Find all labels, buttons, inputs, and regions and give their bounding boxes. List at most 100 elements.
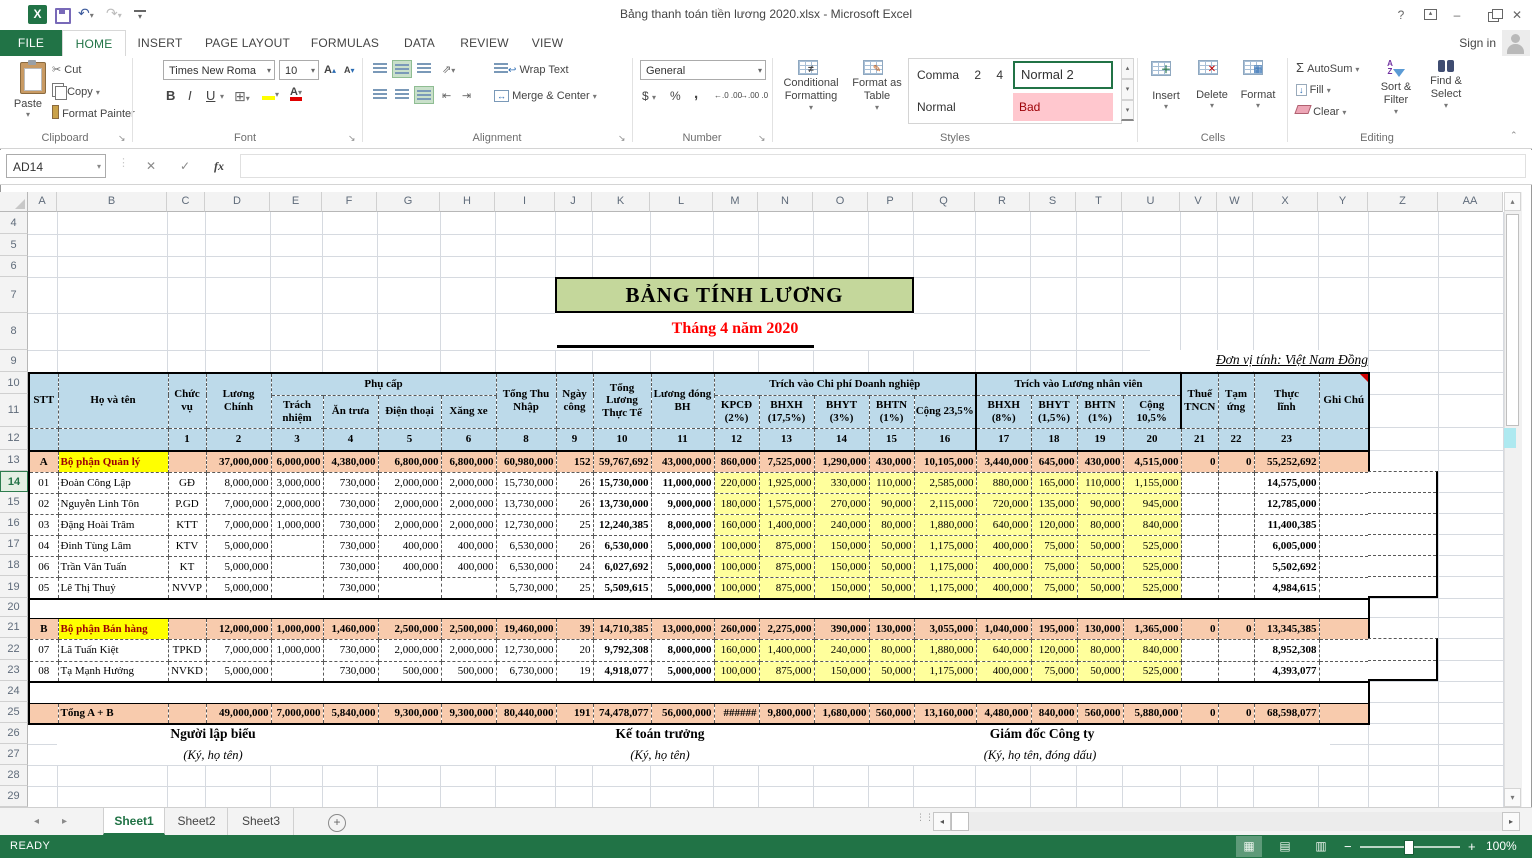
header-bhyt15[interactable]: BHYT (1,5%) bbox=[1031, 395, 1077, 428]
row-header-18[interactable]: 18 bbox=[0, 555, 28, 576]
column-number[interactable]: 10 bbox=[593, 428, 651, 451]
cell[interactable] bbox=[1181, 639, 1218, 661]
cell[interactable] bbox=[1181, 472, 1218, 493]
cell[interactable] bbox=[1319, 451, 1369, 472]
cell[interactable]: 55,252,692 bbox=[1254, 451, 1319, 472]
cell[interactable]: KT bbox=[168, 556, 206, 577]
cell[interactable]: 59,767,692 bbox=[593, 451, 651, 472]
sheet-nav-left-icon[interactable]: ◂ bbox=[34, 808, 39, 836]
cell[interactable] bbox=[1319, 514, 1369, 535]
bottom-align-icon[interactable] bbox=[414, 60, 434, 78]
cell[interactable]: 130,000 bbox=[869, 618, 914, 639]
header-net[interactable]: Thực lĩnh bbox=[1254, 373, 1319, 428]
collapse-ribbon-icon[interactable]: ⌃ bbox=[1510, 130, 1518, 141]
cell[interactable] bbox=[378, 577, 441, 599]
style-bad[interactable]: Bad bbox=[1013, 93, 1113, 121]
cell[interactable]: 400,000 bbox=[441, 556, 496, 577]
cell[interactable]: 150,000 bbox=[814, 577, 869, 599]
cell[interactable]: 75,000 bbox=[1031, 556, 1077, 577]
fill-button[interactable]: ↓ Fill ▾ bbox=[1296, 80, 1331, 100]
column-number[interactable]: 21 bbox=[1181, 428, 1218, 451]
cell[interactable]: 150,000 bbox=[814, 661, 869, 682]
cell[interactable]: 12,730,000 bbox=[496, 514, 556, 535]
page-break-view-icon[interactable]: ▥ bbox=[1308, 836, 1334, 857]
cell[interactable]: 2,500,000 bbox=[378, 618, 441, 639]
cell[interactable]: 49,000,000 bbox=[206, 703, 271, 724]
tab-insert[interactable]: INSERT bbox=[126, 30, 194, 56]
cell[interactable]: 4,393,077 bbox=[1254, 661, 1319, 682]
cell[interactable]: 13,160,000 bbox=[914, 703, 976, 724]
column-header-Y[interactable]: Y bbox=[1318, 192, 1368, 212]
cell[interactable]: 1,000,000 bbox=[271, 618, 323, 639]
column-number[interactable]: 20 bbox=[1123, 428, 1181, 451]
cell[interactable]: 0 bbox=[1181, 451, 1218, 472]
cell[interactable]: 1,040,000 bbox=[976, 618, 1031, 639]
cell[interactable]: 400,000 bbox=[976, 577, 1031, 599]
row-header-28[interactable]: 28 bbox=[0, 765, 28, 786]
style-normal-2[interactable]: Normal 2 bbox=[1013, 61, 1113, 89]
cell[interactable]: 7,000,000 bbox=[206, 514, 271, 535]
cell[interactable]: 50,000 bbox=[1077, 577, 1123, 599]
comma-style-icon[interactable]: , bbox=[694, 84, 698, 104]
header-bhtn1[interactable]: BHTN (1%) bbox=[869, 395, 914, 428]
cell[interactable]: 840,000 bbox=[1031, 703, 1077, 724]
sheet-tab-sheet3[interactable]: Sheet3 bbox=[229, 808, 294, 835]
cell[interactable]: 13,000,000 bbox=[651, 618, 714, 639]
cell[interactable]: 1,880,000 bbox=[914, 639, 976, 661]
conditional-formatting-button[interactable]: ≠ Conditional Formatting ▾ bbox=[778, 58, 844, 112]
header-actual[interactable]: Tổng Lương Thực Tế bbox=[593, 373, 651, 428]
cell[interactable]: 13,730,000 bbox=[593, 493, 651, 514]
cell[interactable] bbox=[1319, 535, 1369, 556]
cell[interactable]: 1,000,000 bbox=[271, 514, 323, 535]
cell[interactable]: 1,680,000 bbox=[814, 703, 869, 724]
cell[interactable]: 2,000,000 bbox=[378, 514, 441, 535]
column-header-O[interactable]: O bbox=[813, 192, 868, 212]
header-fuel[interactable]: Xăng xe bbox=[441, 395, 496, 428]
cell[interactable]: 11,400,385 bbox=[1254, 514, 1319, 535]
cell[interactable]: 875,000 bbox=[759, 556, 814, 577]
sheet-tab-sheet2[interactable]: Sheet2 bbox=[166, 808, 228, 835]
tab-splitter-handle[interactable]: ⋮⋮ bbox=[916, 815, 934, 820]
cell[interactable]: 8,952,308 bbox=[1254, 639, 1319, 661]
zoom-slider-thumb[interactable] bbox=[1404, 840, 1414, 855]
header-allowance[interactable]: Phụ cấp bbox=[271, 373, 496, 395]
cell[interactable]: 5,000,000 bbox=[206, 535, 271, 556]
cell[interactable]: NVKD bbox=[168, 661, 206, 682]
row-header-9[interactable]: 9 bbox=[0, 350, 28, 372]
undo-icon[interactable]: ↶▾ bbox=[78, 5, 94, 22]
column-number[interactable]: 16 bbox=[914, 428, 976, 451]
column-header-Q[interactable]: Q bbox=[913, 192, 975, 212]
empty-cell[interactable] bbox=[29, 599, 1369, 618]
cell[interactable]: 8,000,000 bbox=[651, 639, 714, 661]
cell[interactable] bbox=[1218, 472, 1254, 493]
cell[interactable]: 75,000 bbox=[1031, 661, 1077, 682]
cell[interactable]: 100,000 bbox=[714, 661, 759, 682]
cell[interactable]: 07 bbox=[29, 639, 58, 661]
header-company[interactable]: Trích vào Chi phí Doanh nghiệp bbox=[714, 373, 976, 395]
cell[interactable]: 840,000 bbox=[1123, 514, 1181, 535]
column-number[interactable]: 22 bbox=[1218, 428, 1254, 451]
column-number[interactable]: 17 bbox=[976, 428, 1031, 451]
clipboard-dialog-launcher-icon[interactable]: ↘ bbox=[118, 133, 126, 144]
cell[interactable]: 150,000 bbox=[814, 556, 869, 577]
cell[interactable]: 14,575,000 bbox=[1254, 472, 1319, 493]
cell[interactable]: 75,000 bbox=[1031, 535, 1077, 556]
autosum-button[interactable]: Σ AutoSum ▾ bbox=[1296, 58, 1359, 78]
cell[interactable]: 56,000,000 bbox=[651, 703, 714, 724]
cell[interactable]: 5,000,000 bbox=[206, 577, 271, 599]
cell[interactable]: 110,000 bbox=[1077, 472, 1123, 493]
font-color-icon[interactable]: A▾ bbox=[290, 82, 302, 102]
row-header-11[interactable]: 11 bbox=[0, 394, 28, 427]
cell[interactable]: 100,000 bbox=[714, 535, 759, 556]
cell[interactable]: 50,000 bbox=[869, 577, 914, 599]
cell[interactable]: 2,500,000 bbox=[441, 618, 496, 639]
tab-review[interactable]: REVIEW bbox=[450, 30, 519, 56]
cell[interactable] bbox=[1319, 661, 1369, 682]
cell[interactable]: 330,000 bbox=[814, 472, 869, 493]
cell[interactable]: 1,155,000 bbox=[1123, 472, 1181, 493]
cell[interactable]: 1,400,000 bbox=[759, 514, 814, 535]
column-number[interactable]: 14 bbox=[814, 428, 869, 451]
fill-color-icon[interactable]: ▾ bbox=[262, 84, 279, 104]
header-lunch[interactable]: Ăn trưa bbox=[323, 395, 378, 428]
cell[interactable]: 3,440,000 bbox=[976, 451, 1031, 472]
